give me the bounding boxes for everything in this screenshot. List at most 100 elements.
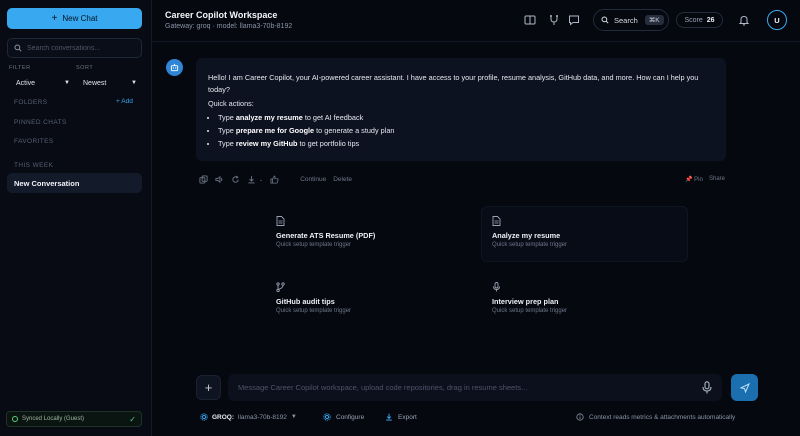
template-subtitle: Quick setup template trigger	[276, 242, 352, 248]
chevron-down-icon: ▼	[64, 80, 70, 86]
quick-actions-list: Type analyze my resume to get AI feedbac…	[208, 112, 714, 150]
message-input-box[interactable]	[228, 374, 722, 401]
template-card[interactable]: Analyze my resume Quick setup template t…	[481, 206, 688, 262]
delete-button[interactable]: Delete	[333, 176, 352, 183]
chevron-down-icon[interactable]: ⌄	[259, 177, 263, 183]
microphone-icon	[493, 282, 500, 292]
template-card[interactable]: Interview prep plan Quick setup template…	[481, 272, 688, 328]
git-branch-icon	[276, 282, 285, 292]
template-card[interactable]: GitHub audit tips Quick setup template t…	[275, 272, 482, 328]
attach-button[interactable]: +	[196, 375, 221, 400]
filter-value: Active	[16, 79, 36, 87]
github-icon[interactable]	[548, 14, 560, 26]
score-value: 26	[706, 16, 715, 24]
sync-icon	[12, 416, 18, 422]
gateway-info: Gateway: groq · model: llama3-70b-8192	[165, 23, 293, 30]
score-label: Score	[684, 16, 703, 24]
download-icon[interactable]	[247, 175, 256, 184]
document-icon	[492, 216, 501, 226]
new-chat-button[interactable]: + New Chat	[7, 8, 142, 29]
sort-label: SORT	[76, 65, 94, 71]
sort-value: Newest	[83, 79, 107, 87]
search-input[interactable]	[27, 44, 137, 52]
copy-icon[interactable]	[199, 175, 208, 184]
send-icon	[739, 382, 750, 393]
refresh-icon[interactable]	[231, 175, 240, 184]
new-chat-label: New Chat	[62, 14, 98, 23]
conversation-search[interactable]	[7, 38, 142, 58]
message-composer: +	[196, 374, 760, 402]
chat-bubble-icon[interactable]	[568, 14, 580, 26]
template-title: Generate ATS Resume (PDF)	[276, 231, 376, 240]
search-icon	[601, 16, 609, 24]
template-subtitle: Quick setup template trigger	[276, 308, 352, 314]
conversation-item[interactable]: New Conversation	[7, 173, 142, 193]
export-label: Export	[398, 413, 417, 421]
score-badge[interactable]: Score 26	[676, 12, 723, 28]
quick-actions-label: Quick actions:	[208, 99, 254, 108]
export-button[interactable]: Export	[385, 413, 417, 421]
add-folder-link[interactable]: + Add	[116, 98, 133, 105]
user-avatar[interactable]: U	[767, 10, 787, 30]
template-title: GitHub audit tips	[276, 297, 335, 306]
list-item: Type review my GitHub to get portfolio t…	[218, 138, 714, 150]
this-week-heading: THIS WEEK	[14, 162, 54, 169]
template-subtitle: Quick setup template trigger	[492, 308, 568, 314]
search-icon	[14, 44, 22, 52]
template-title: Interview prep plan	[492, 297, 559, 306]
pin-label: Pin	[694, 177, 703, 183]
model-name: llama3-70b-8192	[238, 413, 287, 421]
gear-icon	[200, 413, 208, 421]
document-icon	[276, 216, 285, 226]
search-shortcut: ⌘K	[644, 15, 664, 25]
plus-icon: +	[51, 13, 58, 24]
pin-button[interactable]: 📌 Pin	[685, 176, 703, 183]
sync-status-badge: Synced Locally (Guest) ✓	[6, 411, 142, 427]
configure-button[interactable]: Configure	[323, 413, 364, 421]
message-actions: ⌄ Continue Delete	[199, 175, 352, 184]
template-card[interactable]: Generate ATS Resume (PDF) Quick setup te…	[275, 206, 482, 262]
workspace-header: Career Copilot Workspace Gateway: groq ·…	[152, 0, 800, 42]
thumbs-up-icon[interactable]	[270, 175, 279, 184]
template-subtitle: Quick setup template trigger	[492, 242, 568, 248]
share-button[interactable]: Share	[709, 176, 725, 182]
search-button-label: Search	[614, 15, 638, 25]
download-icon	[386, 413, 392, 421]
template-title: Analyze my resume	[492, 231, 561, 240]
pin-icon: 📌	[685, 177, 693, 183]
favorites-heading: FAVORITES	[14, 138, 54, 145]
message-input[interactable]	[238, 383, 698, 392]
context-hint: Context reads metrics & attachments auto…	[576, 413, 735, 421]
message-greeting: Hello! I am Career Copilot, your AI-powe…	[208, 73, 699, 94]
model-selector[interactable]: GROQ: llama3-70b-8192 ▼	[200, 413, 297, 421]
configure-label: Configure	[336, 413, 365, 421]
filter-select[interactable]: Active ▼	[16, 77, 70, 89]
continue-button[interactable]: Continue	[300, 176, 326, 183]
page-title: Career Copilot Workspace	[165, 10, 278, 20]
pinned-heading: PINNED CHATS	[14, 119, 67, 126]
list-item: Type analyze my resume to get AI feedbac…	[218, 112, 714, 124]
speaker-icon[interactable]	[215, 175, 224, 184]
provider-label: GROQ:	[212, 413, 235, 421]
robot-icon	[170, 63, 179, 72]
bell-icon[interactable]	[738, 14, 750, 26]
assistant-message: Hello! I am Career Copilot, your AI-powe…	[196, 58, 726, 161]
assistant-avatar	[166, 59, 183, 76]
book-icon[interactable]	[524, 14, 536, 26]
plus-icon: +	[204, 380, 213, 395]
folders-heading: FOLDERS	[14, 99, 48, 106]
sort-select[interactable]: Newest ▼	[83, 77, 137, 89]
sliders-icon	[323, 413, 331, 421]
sync-status-text: Synced Locally (Guest)	[22, 416, 85, 422]
send-button[interactable]	[731, 374, 758, 401]
context-hint-text: Context reads metrics & attachments auto…	[589, 413, 736, 421]
check-icon: ✓	[129, 414, 136, 424]
info-icon	[576, 413, 584, 421]
chevron-down-icon: ▼	[290, 414, 297, 420]
filter-label: FILTER	[9, 65, 31, 71]
microphone-icon[interactable]	[701, 381, 713, 394]
chevron-down-icon: ▼	[131, 80, 137, 86]
list-item: Type prepare me for Google to generate a…	[218, 125, 714, 137]
global-search-button[interactable]: Search ⌘K	[593, 9, 669, 31]
sidebar: + New Chat FILTER SORT Active ▼ Newest ▼…	[0, 0, 152, 436]
